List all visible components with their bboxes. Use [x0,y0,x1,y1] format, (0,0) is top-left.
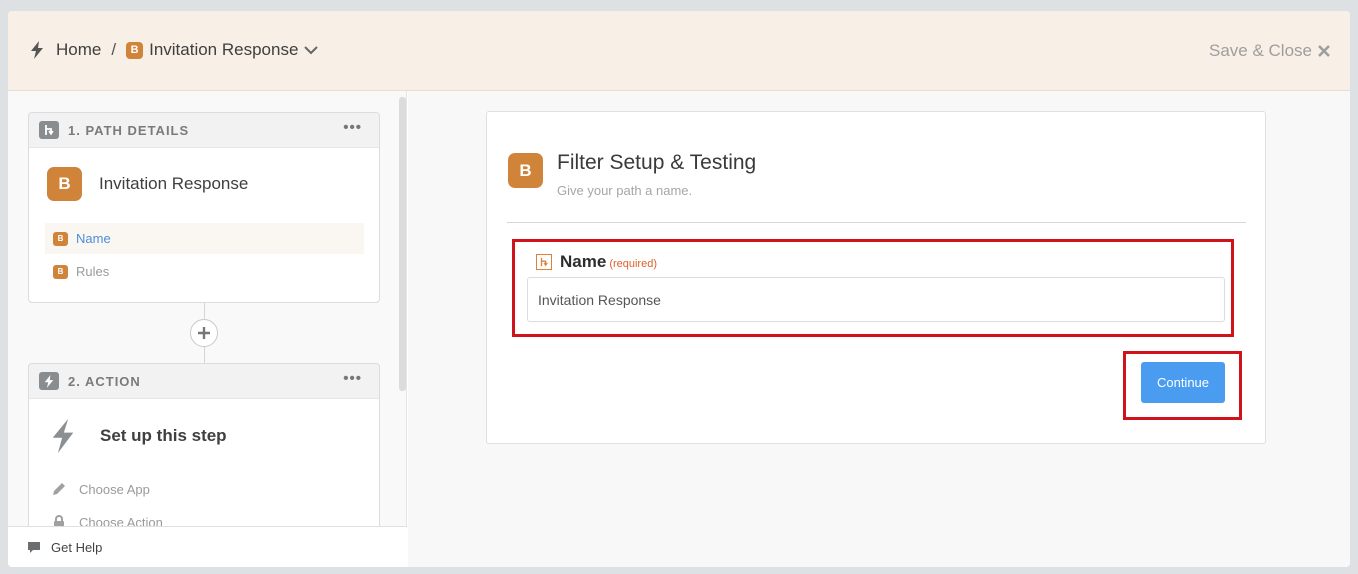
save-close-button[interactable]: Save & Close [1209,41,1330,61]
bolt-icon [52,418,74,454]
path-badge: B [508,153,543,188]
sidebar-scrollbar[interactable] [399,97,406,391]
filter-setup-panel: B Filter Setup & Testing Give your path … [486,111,1266,444]
close-icon [1318,45,1330,57]
add-step-button[interactable] [190,319,218,347]
header: Home / B Invitation Response Save & Clos… [8,11,1350,91]
chat-icon [28,541,40,553]
field-label-text: Name [560,252,607,271]
sidebar: 1. PATH DETAILS ••• B Invitation Respons… [8,91,407,567]
plus-icon [198,327,210,339]
get-help-button[interactable]: Get Help [8,526,407,567]
action-name: Set up this step [100,426,227,445]
name-input[interactable] [527,277,1225,322]
path-badge: B [126,41,144,59]
path-details-card[interactable]: 1. PATH DETAILS ••• B Invitation Respons… [28,112,380,303]
breadcrumb-separator: / [111,40,117,59]
breadcrumb-home[interactable]: Home [56,40,101,60]
action-summary: Set up this step [51,418,227,454]
sidebar-item-label: Name [76,231,111,246]
bolt-icon [39,372,59,390]
card-title: 2. ACTION [68,373,141,389]
name-field-label: Name (required) [536,252,657,272]
path-icon [39,121,59,139]
get-help-label: Get Help [51,539,103,555]
save-close-label: Save & Close [1209,41,1312,60]
item-badge: B [53,264,68,279]
card-header: 1. PATH DETAILS ••• [29,113,379,148]
continue-button[interactable]: Continue [1141,362,1225,403]
path-name: Invitation Response [99,174,249,193]
app-frame: Home / B Invitation Response Save & Clos… [8,11,1350,567]
path-summary: B Invitation Response [47,167,248,201]
card-title: 1. PATH DETAILS [68,122,190,138]
divider [507,222,1246,223]
more-options-icon[interactable]: ••• [343,371,362,386]
path-badge: B [47,167,82,201]
sidebar-item-label: Choose App [79,481,150,497]
path-icon [536,254,552,270]
sidebar-item-rules[interactable]: B Rules [45,256,364,287]
sidebar-item-label: Rules [76,264,110,279]
chevron-down-icon[interactable] [304,45,319,55]
item-badge: B [53,231,68,246]
card-header: 2. ACTION ••• [29,364,379,399]
sidebar-item-choose-app[interactable]: Choose App [51,481,150,497]
more-options-icon[interactable]: ••• [343,120,362,135]
main-content: B Filter Setup & Testing Give your path … [408,91,1350,567]
panel-title: Filter Setup & Testing [557,151,757,174]
breadcrumb-path-name[interactable]: Invitation Response [149,40,298,60]
required-indicator: (required) [609,257,657,270]
breadcrumb: Home / B Invitation Response [30,40,319,60]
bolt-icon [31,41,43,59]
pencil-icon [53,483,65,495]
sidebar-item-name[interactable]: B Name [45,223,364,254]
panel-subtitle: Give your path a name. [557,183,693,198]
